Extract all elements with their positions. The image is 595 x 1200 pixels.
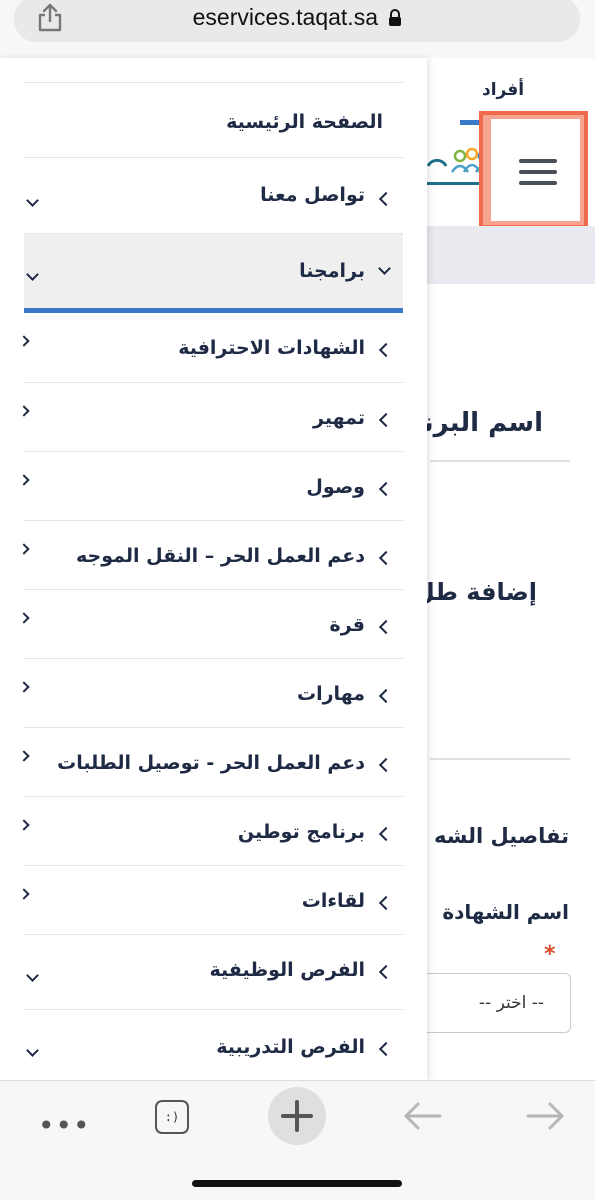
submenu-item-meetings[interactable]: لقاءات (18, 866, 403, 935)
chevron-left-icon (378, 342, 394, 358)
chevron-right-icon[interactable] (18, 335, 30, 347)
chevron-left-icon (378, 964, 394, 980)
hamburger-menu-icon[interactable] (519, 159, 557, 192)
chevron-down-icon[interactable] (26, 268, 39, 281)
menu-item-label: دعم العمل الحر - توصيل الطلبات (57, 752, 365, 774)
back-arrow-icon[interactable] (402, 1101, 442, 1131)
chevron-left-icon (378, 550, 394, 566)
submenu-item-wusool[interactable]: وصول (18, 452, 403, 521)
home-indicator[interactable] (192, 1180, 402, 1187)
menu-item-label: قرة (329, 614, 365, 636)
menu-item-training-opportunities[interactable]: الفرص التدريبية (24, 1010, 403, 1080)
menu-item-programs[interactable]: برامجنا (24, 234, 403, 308)
program-name-heading: اسم البرنا (414, 408, 543, 438)
submenu-item-freelance-delivery[interactable]: دعم العمل الحر - توصيل الطلبات (18, 728, 403, 797)
chevron-left-icon (378, 895, 394, 911)
chevron-down-icon[interactable] (26, 194, 39, 207)
chevron-right-icon[interactable] (18, 888, 30, 900)
submenu-item-qurra[interactable]: قرة (18, 590, 403, 659)
menu-toggle-highlight[interactable] (479, 111, 588, 229)
url-text: eservices.taqat.sa (192, 4, 378, 30)
menu-item-contact[interactable]: تواصل معنا (24, 158, 403, 234)
chevron-right-icon[interactable] (18, 405, 30, 417)
divider (430, 758, 570, 760)
menu-item-label: وصول (306, 476, 365, 498)
menu-item-label: برامجنا (299, 260, 365, 282)
menu-item-label: الفرص الوظيفية (209, 959, 365, 981)
chevron-down-icon[interactable] (26, 969, 39, 982)
url-display[interactable]: eservices.taqat.sa (0, 4, 595, 31)
chevron-left-icon (378, 826, 394, 842)
chevron-down-icon[interactable] (26, 1044, 39, 1057)
chevron-left-icon (378, 412, 394, 428)
menu-item-label: الشهادات الاحترافية (178, 337, 365, 359)
chevron-right-icon[interactable] (18, 543, 30, 555)
side-menu-drawer: الصفحة الرئيسية تواصل معنا برامجنا الشها… (0, 58, 427, 1080)
chevron-left-icon (378, 688, 394, 704)
certificate-name-label: اسم الشهادة (442, 900, 569, 924)
chevron-right-icon[interactable] (18, 819, 30, 831)
chevron-down-icon (378, 262, 391, 275)
menu-item-label: الفرص التدريبية (216, 1036, 365, 1058)
select-value: -- اختر -- (478, 993, 544, 1013)
chevron-left-icon (378, 757, 394, 773)
menu-item-home[interactable]: الصفحة الرئيسية (24, 83, 403, 158)
required-mark: * (544, 942, 556, 967)
chevron-right-icon[interactable] (18, 612, 30, 624)
tabs-label: :) (164, 1110, 180, 1124)
chevron-left-icon (378, 481, 394, 497)
forward-arrow-icon[interactable] (526, 1101, 566, 1131)
menu-item-job-opportunities[interactable]: الفرص الوظيفية (24, 935, 403, 1010)
menu-item-label: الصفحة الرئيسية (226, 111, 383, 133)
submenu-item-freelance-transport[interactable]: دعم العمل الحر – النقل الموجه (18, 521, 403, 590)
submenu-item-professional-certificates[interactable]: الشهادات الاحترافية (18, 313, 403, 383)
lock-icon (389, 9, 402, 26)
menu-row-top (24, 58, 403, 83)
menu-toggle-button[interactable] (491, 119, 580, 221)
browser-url-bar: eservices.taqat.sa (0, 0, 595, 58)
page-banner (427, 226, 595, 284)
certificate-select[interactable]: -- اختر -- (427, 973, 571, 1033)
chevron-left-icon (378, 191, 394, 207)
submenu-item-tamheer[interactable]: تمهير (18, 383, 403, 452)
chevron-right-icon[interactable] (18, 474, 30, 486)
tab-individuals[interactable]: أفراد (482, 80, 524, 100)
menu-item-label: برنامج توطين (237, 821, 365, 843)
menu-item-label: مهارات (297, 683, 365, 705)
chevron-left-icon (378, 1041, 394, 1057)
chevron-left-icon (378, 619, 394, 635)
new-tab-plus-icon[interactable] (268, 1087, 326, 1145)
menu-item-label: تمهير (313, 407, 365, 429)
more-dots-icon[interactable]: ••• (38, 1109, 91, 1142)
divider (430, 460, 570, 462)
tabs-icon[interactable]: :) (155, 1100, 189, 1134)
submenu-item-tawteen[interactable]: برنامج توطين (18, 797, 403, 866)
menu-item-label: دعم العمل الحر – النقل الموجه (76, 545, 365, 567)
menu-item-label: لقاءات (301, 890, 365, 912)
chevron-right-icon[interactable] (18, 750, 30, 762)
submenu-item-skills[interactable]: مهارات (18, 659, 403, 728)
certificate-details-heading: تفاصيل الشه (434, 824, 569, 848)
chevron-right-icon[interactable] (18, 681, 30, 693)
add-request-heading: إضافة طل (413, 578, 537, 606)
menu-item-label: تواصل معنا (260, 184, 365, 206)
